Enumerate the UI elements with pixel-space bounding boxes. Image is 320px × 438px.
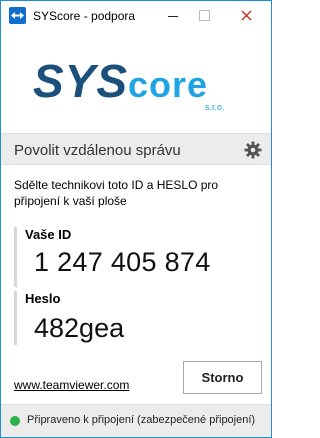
section-header: Povolit vzdálenou správu xyxy=(1,133,271,165)
status-bar: Připraveno k připojení (zabezpečené přip… xyxy=(1,404,271,437)
teamviewer-app-icon xyxy=(9,7,26,24)
password-value[interactable]: 482gea xyxy=(34,313,124,344)
logo-text-sys: SYS xyxy=(33,57,128,107)
window-title: SYScore - podpora xyxy=(33,9,136,23)
gear-icon[interactable] xyxy=(244,141,262,159)
brand-logo-area: SYS core s.r.o. xyxy=(1,31,271,133)
logo-text-core: core xyxy=(128,64,208,105)
syscore-logo: SYS core s.r.o. xyxy=(33,57,225,112)
app-window: SYScore - podpora SYS core s.r.o. Povoli… xyxy=(0,0,272,438)
close-icon xyxy=(241,10,252,21)
id-accent-bar xyxy=(14,227,17,287)
instruction-text: Sdělte technikovi toto ID a HESLO pro př… xyxy=(14,178,219,208)
status-indicator-icon xyxy=(10,416,20,426)
close-button[interactable] xyxy=(223,1,269,31)
password-accent-bar xyxy=(14,291,17,345)
status-text: Připraveno k připojení (zabezpečené přip… xyxy=(27,414,256,426)
logo-text-suffix: s.r.o. xyxy=(205,102,225,112)
id-label: Vaše ID xyxy=(25,227,72,242)
section-title: Povolit vzdálenou správu xyxy=(14,142,181,159)
title-bar[interactable]: SYScore - podpora xyxy=(1,1,271,31)
minimize-button[interactable] xyxy=(157,1,189,31)
id-value[interactable]: 1 247 405 874 xyxy=(34,247,211,278)
password-label: Heslo xyxy=(25,291,61,306)
website-link[interactable]: www.teamviewer.com xyxy=(14,378,129,392)
maximize-button[interactable] xyxy=(189,1,221,31)
cancel-button[interactable]: Storno xyxy=(183,361,262,394)
